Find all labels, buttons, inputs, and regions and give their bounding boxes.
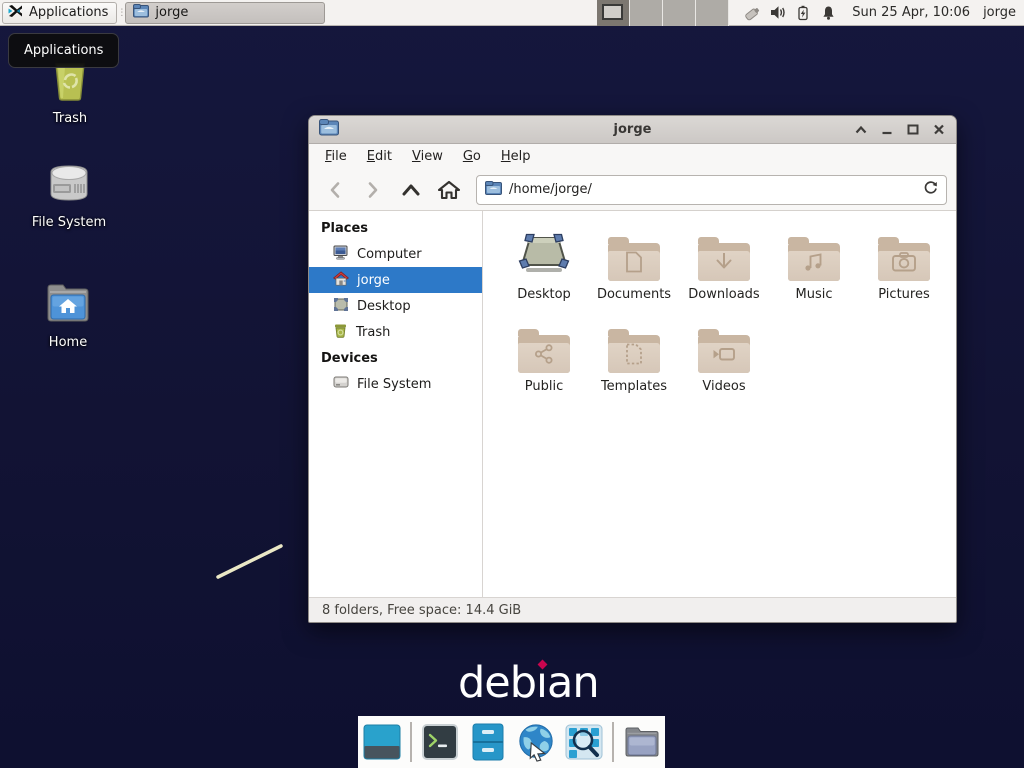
sidebar-item-jorge[interactable]: jorge <box>309 267 482 293</box>
trash-small-icon <box>333 323 348 342</box>
file-label: Desktop <box>517 287 571 302</box>
drive-icon <box>333 375 349 393</box>
devices-header: Devices <box>309 345 482 371</box>
terminal-icon[interactable] <box>420 722 460 762</box>
menu-help[interactable]: Help <box>491 146 541 167</box>
file-item-music[interactable]: Music <box>769 223 859 315</box>
sidebar-item-computer[interactable]: Computer <box>309 241 482 267</box>
sidebar-item-label: Trash <box>356 325 390 340</box>
file-label: Downloads <box>688 287 759 302</box>
file-manager-icon[interactable] <box>468 722 508 762</box>
home-folder-icon <box>43 280 93 330</box>
menu-go[interactable]: Go <box>453 146 491 167</box>
hard-drive-icon <box>45 160 93 210</box>
sidebar-item-label: Computer <box>357 247 422 262</box>
menu-edit[interactable]: Edit <box>357 146 402 167</box>
window-folder-icon <box>319 119 339 140</box>
dock-separator <box>612 722 614 762</box>
toolbar: /home/jorge/ <box>309 169 956 211</box>
reload-icon[interactable] <box>923 180 938 199</box>
videos-folder-icon <box>698 329 750 373</box>
menu-file[interactable]: File <box>315 146 357 167</box>
shade-window-button[interactable] <box>853 122 868 137</box>
desktop-icon-file-system[interactable]: File System <box>17 160 121 230</box>
app-finder-icon[interactable] <box>564 722 604 762</box>
places-header: Places <box>309 215 482 241</box>
file-item-pictures[interactable]: Pictures <box>859 223 949 315</box>
sidebar-item-label: File System <box>357 377 431 392</box>
desktop-folder-icon <box>517 231 571 281</box>
sidebar-item-desktop[interactable]: Desktop <box>309 293 482 319</box>
downloads-folder-icon <box>698 237 750 281</box>
up-button[interactable] <box>394 175 428 205</box>
file-item-public[interactable]: Public <box>499 315 589 407</box>
file-item-desktop[interactable]: Desktop <box>499 223 589 315</box>
forward-button[interactable] <box>356 175 390 205</box>
file-item-documents[interactable]: Documents <box>589 223 679 315</box>
file-grid: Desktop Documents <box>483 211 956 597</box>
sidebar-item-trash[interactable]: Trash <box>309 319 482 345</box>
desktop-icon-label: File System <box>32 215 106 230</box>
file-label: Templates <box>601 379 667 394</box>
menu-bar: File Edit View Go Help <box>309 144 956 169</box>
applications-tooltip: Applications <box>8 33 119 68</box>
file-manager-window: jorge File Edit View Go Help <box>308 115 957 623</box>
dock-folder-icon[interactable] <box>622 722 662 762</box>
pictures-folder-icon <box>878 237 930 281</box>
file-label: Pictures <box>878 287 929 302</box>
home-icon <box>333 271 349 290</box>
file-item-templates[interactable]: Templates <box>589 315 679 407</box>
file-item-downloads[interactable]: Downloads <box>679 223 769 315</box>
music-folder-icon <box>788 237 840 281</box>
sidebar: Places Computer <box>309 211 483 597</box>
templates-folder-icon <box>608 329 660 373</box>
location-bar[interactable]: /home/jorge/ <box>476 175 947 205</box>
status-bar: 8 folders, Free space: 14.4 GiB <box>309 597 956 622</box>
file-label: Public <box>525 379 563 394</box>
sidebar-item-label: jorge <box>357 273 390 288</box>
close-window-button[interactable] <box>931 122 946 137</box>
path-text[interactable]: /home/jorge/ <box>509 182 916 197</box>
computer-icon <box>333 245 349 264</box>
desktop-icon-label: Trash <box>53 111 87 126</box>
dock-separator <box>410 722 412 762</box>
sidebar-item-file-system[interactable]: File System <box>309 371 482 397</box>
status-text: 8 folders, Free space: 14.4 GiB <box>322 603 521 618</box>
bottom-dock <box>358 716 665 768</box>
home-button[interactable] <box>432 175 466 205</box>
file-label: Videos <box>702 379 745 394</box>
path-folder-icon <box>485 180 502 199</box>
maximize-window-button[interactable] <box>905 122 920 137</box>
public-folder-icon <box>518 329 570 373</box>
file-label: Music <box>796 287 833 302</box>
web-browser-icon[interactable] <box>516 722 556 762</box>
window-titlebar[interactable]: jorge <box>309 116 956 144</box>
menu-view[interactable]: View <box>402 146 453 167</box>
file-label: Documents <box>597 287 671 302</box>
desktop-icon-label: Home <box>49 335 87 350</box>
documents-folder-icon <box>608 237 660 281</box>
show-desktop-icon[interactable] <box>362 722 402 762</box>
sidebar-item-label: Desktop <box>357 299 411 314</box>
desktop-icon-home[interactable]: Home <box>16 280 120 350</box>
back-button[interactable] <box>318 175 352 205</box>
desktop-place-icon <box>333 297 349 316</box>
minimize-window-button[interactable] <box>879 122 894 137</box>
file-item-videos[interactable]: Videos <box>679 315 769 407</box>
